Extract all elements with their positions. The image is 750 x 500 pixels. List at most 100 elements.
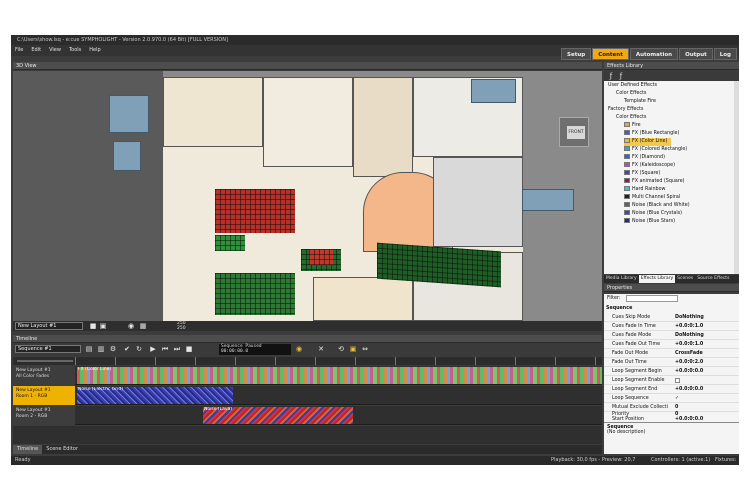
view-cube-front[interactable]: FRONT	[567, 126, 585, 139]
menu-file[interactable]: File	[11, 45, 27, 56]
refresh-icon[interactable]: ⟲	[337, 345, 345, 353]
tab-automation[interactable]: Automation	[629, 48, 679, 60]
timeline-track[interactable]: New Layout #1 All Color Fades FX (Color …	[13, 366, 602, 385]
timeline-track[interactable]: New Layout #1 Room 1 - RGB Noise (Electr…	[13, 386, 602, 405]
edit-effect-icon[interactable]: ƒ	[617, 72, 625, 80]
tab-output[interactable]: Output	[679, 48, 713, 60]
timeline-empty-area[interactable]	[13, 426, 602, 444]
property-value[interactable]: +0.0:0:2.0	[675, 358, 703, 367]
property-row[interactable]: Loop Sequence ✓	[604, 394, 739, 403]
track-header[interactable]: New Layout #1 Room 1 - RGB	[13, 386, 75, 405]
snap-icon[interactable]: ▣	[349, 345, 357, 353]
layout-select[interactable]: New Layout #1	[15, 322, 83, 330]
effect-item[interactable]: Fire	[624, 122, 641, 130]
timeline-track[interactable]: New Layout #1 Room 2 - RGB Noise (Lava)	[13, 406, 602, 425]
right-panel: Effects Library ƒ ƒ User Defined Effects…	[604, 62, 739, 454]
property-value[interactable]: CrossFade	[675, 349, 703, 358]
property-checkbox-checked[interactable]: ✓	[675, 394, 679, 403]
settings-icon[interactable]: ⚙	[109, 345, 117, 353]
tab-setup[interactable]: Setup	[561, 48, 592, 60]
timeline-ruler[interactable]	[13, 357, 602, 365]
grid-icon[interactable]: ▦	[139, 322, 147, 330]
preview-eye-icon[interactable]: ◉	[295, 345, 303, 353]
property-row[interactable]: Mutual Exclude Collecti 0	[604, 403, 739, 412]
stop-icon[interactable]: ■	[185, 345, 193, 353]
property-value[interactable]: +0.0:0:0.0	[675, 385, 703, 394]
tab-effects-library[interactable]: Effects Library	[638, 275, 676, 283]
tab-scene-editor[interactable]: Scene Editor	[42, 445, 82, 454]
tree-factory-color-effects[interactable]: Color Effects	[616, 114, 646, 122]
property-row[interactable]: Cues Fade In Time +0.0:0:1.0	[604, 322, 739, 331]
effect-swatch	[624, 218, 630, 223]
effect-item-selected[interactable]: FX (Color Line)	[624, 138, 672, 146]
track-header[interactable]: New Layout #1 All Color Fades	[13, 366, 75, 385]
filter-input[interactable]	[626, 295, 678, 302]
add-effect-icon[interactable]: ƒ	[607, 72, 615, 80]
property-value[interactable]: 0	[675, 403, 678, 412]
menu-tools[interactable]: Tools	[65, 45, 85, 56]
view-cube[interactable]: FRONT	[559, 117, 589, 147]
property-value[interactable]: DoNothing	[675, 331, 704, 340]
print-icon[interactable]: ▥	[97, 345, 105, 353]
property-value[interactable]: +0.0:0:0.0	[675, 367, 703, 376]
effect-item[interactable]: FX (Square)	[624, 170, 660, 178]
effects-library-tree: User Defined Effects Color Effects Templ…	[604, 81, 739, 274]
track-header[interactable]: New Layout #1 Room 2 - RGB	[13, 406, 75, 425]
property-value[interactable]: DoNothing	[675, 313, 704, 322]
effect-item[interactable]: FX (Kaleidoscope)	[624, 162, 675, 170]
menu-edit[interactable]: Edit	[27, 45, 45, 56]
effect-item[interactable]: Noise (Blue Crystals)	[624, 210, 682, 218]
property-row[interactable]: Loop Segment Begin +0.0:0:0.0	[604, 367, 739, 376]
track-fixture-name: All Color Fades	[16, 374, 50, 379]
property-row[interactable]: Loop Segment Enable	[604, 376, 739, 385]
property-row[interactable]: Cues Skip Mode DoNothing	[604, 313, 739, 322]
skip-forward-icon[interactable]: ⏭	[173, 345, 181, 353]
tree-template-fire[interactable]: Template Fire	[624, 98, 656, 106]
effect-item[interactable]: Noise (Black and White)	[624, 202, 690, 210]
tree-user-color-effects[interactable]: Color Effects	[616, 90, 646, 98]
sequence-select[interactable]: Sequence #1	[15, 345, 81, 353]
camera-icon[interactable]: ◉	[127, 322, 135, 330]
property-row[interactable]: Fade Out Mode CrossFade	[604, 349, 739, 358]
skip-back-icon[interactable]: ⏮	[161, 345, 169, 353]
play-icon[interactable]: ▶	[149, 345, 157, 353]
delete-icon[interactable]: ✕	[317, 345, 325, 353]
color-icon[interactable]: ▣	[99, 322, 107, 330]
tab-source-effects[interactable]: Source Effects	[695, 275, 731, 283]
stop-icon[interactable]: ■	[89, 322, 97, 330]
tree-user-defined[interactable]: User Defined Effects	[608, 82, 657, 90]
effect-clip[interactable]: FX (Color Line)	[77, 367, 602, 384]
effect-item[interactable]: Multi Channel Spiral	[624, 194, 680, 202]
property-row[interactable]: Cues Fade Mode DoNothing	[604, 331, 739, 340]
property-checkbox[interactable]	[675, 378, 680, 383]
zoom-slider[interactable]	[17, 360, 73, 362]
property-row[interactable]: Cues Fade Out Time +0.0:0:1.0	[604, 340, 739, 349]
property-value[interactable]: +0.0:0:1.0	[675, 322, 703, 331]
effect-item[interactable]: FX (Diamond)	[624, 154, 665, 162]
effect-item[interactable]: Hard Rainbow	[624, 186, 665, 194]
effect-clip[interactable]: Noise (Lava)	[203, 407, 353, 424]
tab-content[interactable]: Content	[592, 48, 629, 60]
fit-width-icon[interactable]: ⇔	[361, 345, 369, 353]
save-icon[interactable]: ▤	[85, 345, 93, 353]
menu-view[interactable]: View	[45, 45, 65, 56]
effect-clip[interactable]: Noise (Electric Grid)	[77, 387, 233, 404]
loop-icon[interactable]: ↻	[135, 345, 143, 353]
property-value[interactable]: +0.0:0:1.0	[675, 340, 703, 349]
tree-factory-effects[interactable]: Factory Effects	[608, 106, 643, 114]
effect-item[interactable]: FX (Blue Rectangle)	[624, 130, 679, 138]
checkmark-icon[interactable]: ✔	[123, 345, 131, 353]
effect-item[interactable]: Noise (Blue Stars)	[624, 218, 675, 226]
tab-log[interactable]: Log	[713, 48, 737, 60]
property-row[interactable]: Loop Segment End +0.0:0:0.0	[604, 385, 739, 394]
library-scrollbar[interactable]	[734, 81, 739, 274]
property-row[interactable]: Fade Out Time +0.0:0:2.0	[604, 358, 739, 367]
tab-timeline[interactable]: Timeline	[13, 445, 43, 454]
effect-label: FX (Kaleidoscope)	[632, 163, 675, 168]
effect-item[interactable]: FX animated (Square)	[624, 178, 685, 186]
effect-item[interactable]: FX (Colored Rectangle)	[624, 146, 687, 154]
menu-help[interactable]: Help	[85, 45, 104, 56]
3d-view-canvas[interactable]: FRONT	[13, 71, 602, 321]
tab-scenes[interactable]: Scenes	[675, 275, 695, 283]
tab-media-library[interactable]: Media Library	[604, 275, 639, 283]
